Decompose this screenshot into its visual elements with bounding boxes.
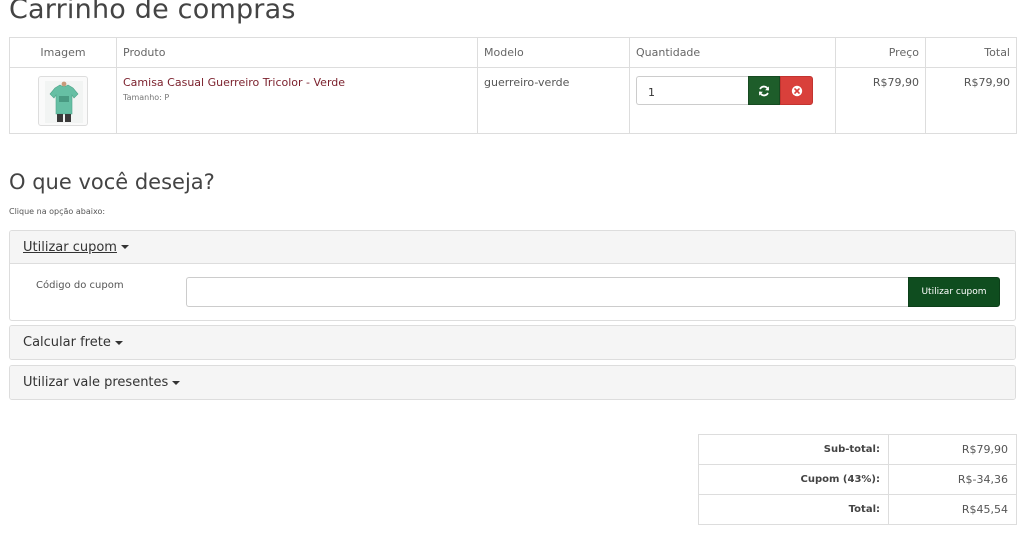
quantity-input[interactable] xyxy=(636,76,748,105)
header-image: Imagem xyxy=(9,37,117,68)
grand-total-label: Total: xyxy=(698,494,889,525)
update-quantity-button[interactable] xyxy=(748,76,780,105)
coupon-panel: Utilizar cupom Código do cupom Utilizar … xyxy=(9,230,1016,321)
times-circle-icon xyxy=(791,85,802,96)
unit-price: R$79,90 xyxy=(872,76,919,89)
coupon-code-input[interactable] xyxy=(186,277,908,307)
quantity-cell xyxy=(629,67,836,134)
coupon-code-label: Código do cupom xyxy=(36,280,124,291)
options-title: O que você deseja? xyxy=(9,170,215,194)
green-shirt-thumbnail-icon xyxy=(45,81,83,123)
apply-coupon-button[interactable]: Utilizar cupom xyxy=(908,277,1000,307)
caret-down-icon xyxy=(120,245,129,249)
product-model: guerreiro-verde xyxy=(484,76,570,89)
cart-table-header: Imagem Produto Modelo Quantidade Preço T… xyxy=(9,37,1017,68)
page-title: Carrinho de compras xyxy=(9,0,296,25)
coupon-panel-toggle[interactable]: Utilizar cupom xyxy=(23,240,117,255)
coupon-panel-heading[interactable]: Utilizar cupom xyxy=(10,231,1015,264)
header-model: Modelo xyxy=(477,37,630,68)
row-total: R$79,90 xyxy=(963,76,1010,89)
grand-total-value: R$45,54 xyxy=(888,494,1017,525)
table-row: Camisa Casual Guerreiro Tricolor - Verde… xyxy=(9,67,1017,134)
shipping-panel-title: Calcular frete xyxy=(23,335,111,350)
price-cell: R$79,90 xyxy=(835,67,926,134)
model-cell: guerreiro-verde xyxy=(477,67,630,134)
remove-item-button[interactable] xyxy=(780,76,813,105)
voucher-panel: Utilizar vale presentes xyxy=(9,365,1016,400)
totals-row-total: Total: R$45,54 xyxy=(698,494,1017,525)
coupon-panel-body: Código do cupom Utilizar cupom xyxy=(10,264,1015,320)
product-thumbnail[interactable] xyxy=(38,76,88,126)
coupon-discount-value: R$-34,36 xyxy=(888,464,1017,495)
product-image-cell xyxy=(9,67,117,134)
shipping-panel: Calcular frete xyxy=(9,325,1016,360)
product-name-link[interactable]: Camisa Casual Guerreiro Tricolor - Verde xyxy=(123,76,471,89)
header-total: Total xyxy=(925,37,1017,68)
cart-table: Imagem Produto Modelo Quantidade Preço T… xyxy=(9,37,1017,134)
product-cell: Camisa Casual Guerreiro Tricolor - Verde… xyxy=(116,67,478,134)
caret-down-icon xyxy=(114,340,123,345)
shipping-panel-heading[interactable]: Calcular frete xyxy=(10,326,1015,359)
header-product: Produto xyxy=(116,37,478,68)
coupon-panel-title: Utilizar cupom xyxy=(23,239,117,255)
voucher-panel-heading[interactable]: Utilizar vale presentes xyxy=(10,366,1015,399)
caret-down-icon xyxy=(172,380,181,385)
totals-row-coupon: Cupom (43%): R$-34,36 xyxy=(698,464,1017,495)
voucher-panel-title: Utilizar vale presentes xyxy=(23,375,169,390)
product-option: Tamanho: P xyxy=(123,93,170,102)
subtotal-value: R$79,90 xyxy=(888,434,1017,465)
coupon-discount-label: Cupom (43%): xyxy=(698,464,889,495)
quantity-group xyxy=(636,76,829,105)
totals-table: Sub-total: R$79,90 Cupom (43%): R$-34,36… xyxy=(698,434,1017,525)
totals-row-subtotal: Sub-total: R$79,90 xyxy=(698,434,1017,465)
header-price: Preço xyxy=(835,37,926,68)
total-cell: R$79,90 xyxy=(925,67,1017,134)
options-subtitle: Clique na opção abaixo: xyxy=(9,207,106,216)
header-quantity: Quantidade xyxy=(629,37,836,68)
subtotal-label: Sub-total: xyxy=(698,434,889,465)
refresh-icon xyxy=(759,85,769,96)
